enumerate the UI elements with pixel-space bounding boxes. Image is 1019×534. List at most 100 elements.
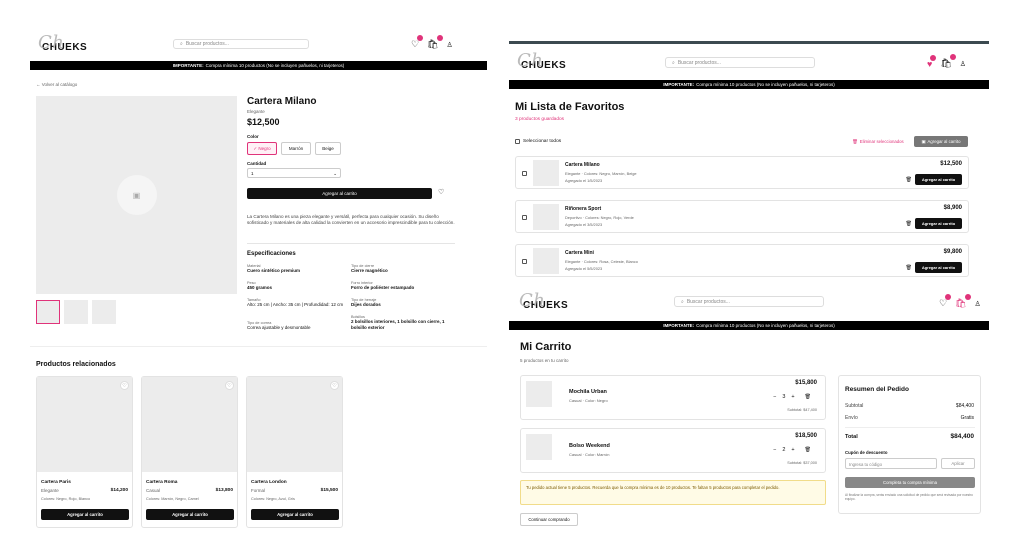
trash-icon[interactable]: 🗑 (906, 265, 912, 271)
heart-icon[interactable]: ♡ (120, 381, 129, 390)
color-label: Color (247, 134, 259, 139)
cart-item-price: $18,500 (795, 433, 817, 439)
related-add-button[interactable]: Agregar al carrito (146, 509, 234, 520)
search-icon: ⌕ (180, 41, 183, 47)
heart-icon[interactable]: ♡ (330, 381, 339, 390)
quantity-label: Cantidad (247, 161, 267, 166)
brand-logo[interactable]: Ch CHUEKS (517, 50, 566, 71)
row-checkbox[interactable] (522, 171, 527, 176)
search-input[interactable]: ⌕ Buscar productos... (674, 296, 824, 307)
back-to-catalog-link[interactable]: ← Volver al catálogo (36, 82, 77, 87)
related-add-button[interactable]: Agregar al carrito (251, 509, 339, 520)
cart-icon[interactable]: 🛍 (955, 294, 971, 309)
add-to-cart-button[interactable]: Agregar al carrito (247, 188, 432, 199)
favorite-name[interactable]: Riñonera Sport (565, 206, 601, 212)
related-price: $15,500 (320, 488, 338, 493)
add-selected-to-cart-button[interactable]: ▣ Agregar al carrito (914, 136, 968, 147)
related-category: Casual (146, 488, 161, 493)
summary-title: Resumen del Pedido (845, 386, 909, 393)
related-title: Productos relacionados (36, 361, 116, 368)
section-divider (30, 346, 487, 347)
favorites-heart-icon[interactable]: ♡ (411, 35, 424, 50)
favorite-price: $8,900 (943, 205, 962, 211)
favorite-row-2: Riñonera Sport Deportivo · Colores: Negr… (515, 200, 969, 233)
trash-icon[interactable]: 🗑 (805, 394, 811, 400)
thumbnail-2[interactable] (64, 300, 88, 324)
spec-hardware: Tipo de herraje Dijes dorados (351, 298, 381, 307)
quantity-stepper[interactable]: − 3 + 🗑 (773, 394, 811, 400)
important-banner: IMPORTANTE: Compra mínima 10 productos (N… (509, 321, 989, 330)
heart-icon[interactable]: ♡ (225, 381, 234, 390)
favorite-date: Agregado el 1/5/2023 (565, 178, 603, 183)
coupon-input[interactable]: Ingresa tu código (845, 458, 937, 469)
checkout-button[interactable]: Completa tu compra mínima (845, 477, 975, 488)
cart-item-image (526, 434, 552, 460)
minimum-warning: Tu pedido actual tiene 5 productos. Recu… (520, 480, 826, 505)
favorite-name[interactable]: Cartera Mini (565, 250, 594, 256)
cart-icon[interactable]: 🛍 (427, 35, 443, 50)
cart-item-2: Bolso Weekend Casual · Color: Marrón $18… (520, 428, 826, 473)
cart-item-meta: Casual · Color: Negro (569, 398, 608, 403)
user-icon[interactable]: ♙ (960, 60, 966, 68)
color-option-black[interactable]: ✓ Negro (247, 142, 277, 155)
coupon-label: Cupón de descuento (845, 450, 888, 455)
total-value: $84,400 (950, 433, 975, 440)
favorite-image (533, 248, 559, 274)
related-name: Cartera Roma (146, 480, 178, 485)
related-add-button[interactable]: Agregar al carrito (41, 509, 129, 520)
brand-logo[interactable]: Ch CHUEKS (519, 290, 568, 311)
row-checkbox[interactable] (522, 215, 527, 220)
apply-coupon-button[interactable]: Aplicar (941, 458, 975, 469)
cart-item-name[interactable]: Bolso Weekend (569, 443, 610, 449)
minus-icon[interactable]: − (773, 447, 776, 453)
thumbnail-1[interactable] (36, 300, 60, 324)
checkout-note: Al finalizar la compra, serás enviado un… (845, 493, 973, 502)
select-all[interactable]: Seleccionar todos (515, 139, 561, 144)
delete-selected-button[interactable]: 🗑 Eliminar seleccionados (843, 136, 913, 147)
related-card-1[interactable]: ♡ Cartera Paris Elegante $14,200 Colores… (36, 376, 133, 528)
trash-icon[interactable]: 🗑 (906, 177, 912, 183)
trash-icon[interactable]: 🗑 (805, 447, 811, 453)
favorites-heart-icon[interactable]: ♡ (939, 294, 952, 309)
user-icon[interactable]: ♙ (975, 300, 981, 308)
favorites-heart-icon[interactable]: ♥ (927, 54, 937, 69)
spec-strap: Tipo de correa Correa ajustable y desmon… (247, 321, 311, 330)
favorite-image (533, 204, 559, 230)
search-input[interactable]: ⌕ Buscar productos... (665, 57, 815, 68)
search-input[interactable]: ⌕ Buscar productos... (173, 39, 309, 49)
favorites-panel: Ch CHUEKS ⌕ Buscar productos... ♥ 🛍 ♙ IM… (509, 41, 989, 284)
continue-shopping-button[interactable]: Continuar comprando (520, 513, 578, 526)
minus-icon[interactable]: − (773, 394, 776, 400)
related-name: Cartera Paris (41, 480, 71, 485)
spec-weight: Peso 450 gramos (247, 281, 273, 290)
cart-panel: Ch CHUEKS ⌕ Buscar productos... ♡ 🛍 ♙ IM… (509, 284, 989, 534)
favorite-add-button[interactable]: Agregar al carrito (915, 174, 962, 185)
favorite-add-button[interactable]: Agregar al carrito (915, 218, 962, 229)
color-option-beige[interactable]: Beige (315, 142, 341, 155)
brand-logo[interactable]: Ch CHUEKS (38, 32, 87, 53)
divider (247, 243, 455, 244)
checkbox[interactable] (515, 139, 520, 144)
chevron-down-icon: ⌄ (333, 171, 337, 176)
spec-closure: Tipo de cierre Cierre magnético (351, 264, 388, 273)
favorite-name[interactable]: Cartera Milano (565, 162, 600, 168)
related-card-3[interactable]: ♡ Cartera London Formal $15,500 Colores:… (246, 376, 343, 528)
wishlist-heart-icon[interactable]: ♡ (438, 188, 444, 196)
summary-divider (845, 427, 975, 428)
trash-icon[interactable]: 🗑 (906, 221, 912, 227)
related-card-2[interactable]: ♡ Cartera Roma Casual $13,800 Colores: M… (141, 376, 238, 528)
cart-item-name[interactable]: Mochila Urban (569, 389, 607, 395)
important-banner: IMPORTANTE: Compra mínima 10 productos (N… (30, 61, 487, 70)
user-icon[interactable]: ♙ (447, 41, 453, 49)
thumbnail-3[interactable] (92, 300, 116, 324)
quantity-select[interactable]: 1 ⌄ (247, 168, 341, 178)
cart-icon[interactable]: 🛍 (940, 54, 956, 69)
row-checkbox[interactable] (522, 259, 527, 264)
plus-icon[interactable]: + (791, 394, 794, 400)
cart-subtitle: 5 productos en tu carrito (520, 358, 569, 363)
favorite-add-button[interactable]: Agregar al carrito (915, 262, 962, 273)
color-option-brown[interactable]: Marrón (281, 142, 311, 155)
cart-item-1: Mochila Urban Casual · Color: Negro $15,… (520, 375, 826, 420)
plus-icon[interactable]: + (791, 447, 794, 453)
quantity-stepper[interactable]: − 2 + 🗑 (773, 447, 811, 453)
